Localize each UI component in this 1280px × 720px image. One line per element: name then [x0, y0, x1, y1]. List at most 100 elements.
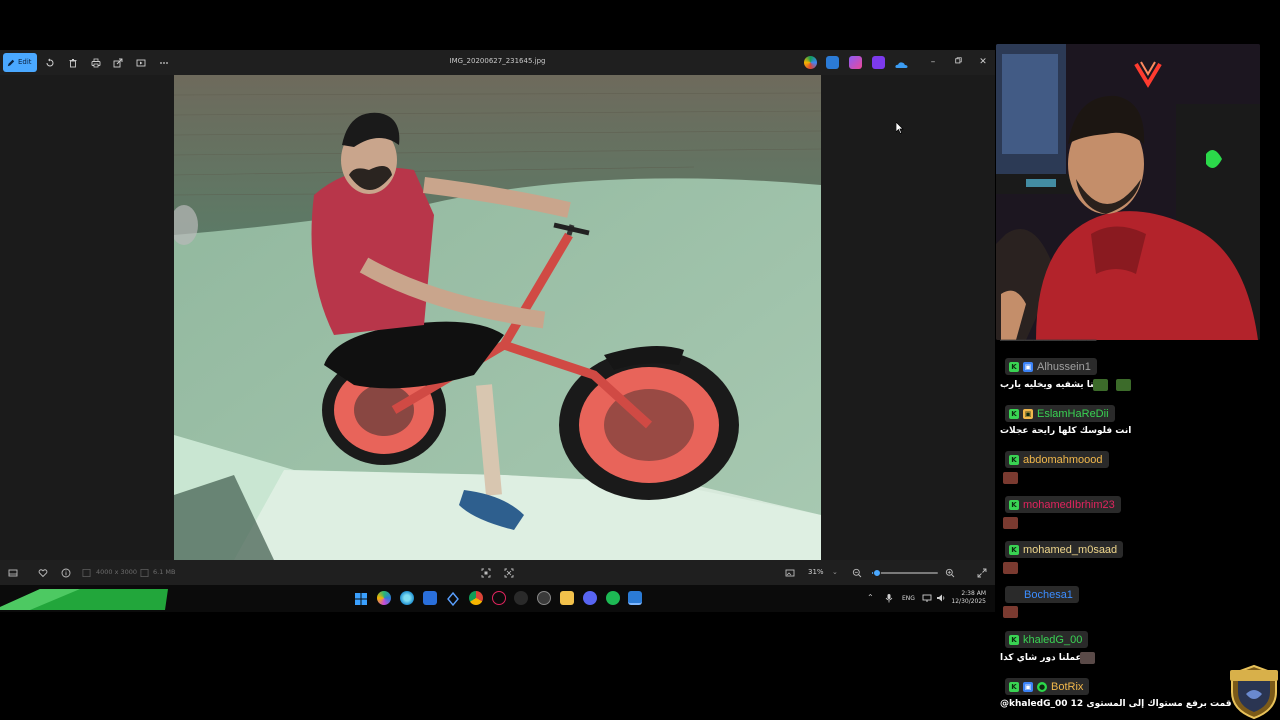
edge-taskbar-icon[interactable] — [400, 591, 414, 605]
chat-username[interactable]: BotRix — [1051, 681, 1083, 693]
edit-label: Edit — [18, 58, 32, 66]
kick-badge-icon: K — [1009, 454, 1019, 465]
wordpress-taskbar-icon[interactable] — [537, 591, 551, 605]
chrome-taskbar-icon[interactable] — [469, 591, 483, 605]
kick-badge-icon: K — [1009, 499, 1019, 510]
microphone-icon[interactable] — [884, 593, 894, 603]
screen: Edit IMG_20200627_231645.jpg – ✕ 4000 x … — [0, 0, 1280, 720]
fit-icon — [481, 568, 491, 577]
slideshow-button[interactable] — [133, 55, 148, 70]
chat-username-pill[interactable]: K mohamed_m0saad — [1005, 541, 1124, 558]
crop-select-button[interactable] — [502, 566, 516, 579]
chat-username[interactable]: mohamed_m0saad — [1023, 544, 1117, 556]
zoom-slider[interactable] — [872, 569, 938, 577]
trash-icon — [69, 58, 76, 67]
vpn-taskbar-icon[interactable] — [446, 591, 460, 607]
bot-badge-icon: ▣ — [1023, 681, 1033, 692]
monitor-icon[interactable] — [922, 593, 932, 603]
crop-icon — [504, 568, 514, 577]
chat-message-text: اعملنا دور شاي كدا — [1000, 653, 1085, 663]
chat-username-pill[interactable]: K khaledG_00 — [1005, 631, 1089, 648]
photos-taskbar-icon[interactable] — [628, 591, 642, 605]
zoom-level-select[interactable]: 31% ⌄ — [800, 565, 846, 580]
chat-emote-image — [1003, 606, 1018, 618]
copilot-icon[interactable] — [804, 56, 817, 69]
chat-username[interactable]: Alhussein1 — [1037, 361, 1091, 373]
chat-username-pill[interactable]: K ▣ EslamHaReDii — [1005, 405, 1115, 422]
chat-username-pill[interactable]: K mohamedIbrhim23 — [1005, 496, 1121, 513]
info-button[interactable] — [59, 566, 73, 579]
rotate-icon — [46, 58, 53, 66]
subscriber-badge-icon: ▣ — [1023, 361, 1033, 372]
zoom-slider-thumb[interactable] — [873, 569, 882, 577]
photo-man-on-bicycle[interactable] — [174, 75, 821, 560]
image-dimensions: 4000 x 3000 — [96, 568, 138, 576]
app-taskbar-icon-gray[interactable] — [514, 591, 528, 605]
expand-icon — [977, 568, 987, 577]
file-size: 6.1 MB — [153, 568, 176, 576]
app-taskbar-icon-red[interactable] — [492, 591, 506, 605]
kick-badge-icon: K — [1009, 634, 1019, 645]
kick-badge-icon: K — [1009, 681, 1019, 692]
chat-emote-image — [1080, 652, 1095, 664]
maximize-button[interactable] — [950, 55, 966, 70]
chat-username[interactable]: Bochesa1 — [1009, 589, 1073, 601]
zoom-in-button[interactable] — [943, 566, 957, 579]
print-button[interactable] — [88, 55, 103, 70]
clock-date[interactable]: 12/30/2025 — [950, 598, 986, 605]
zoom-in-icon — [945, 568, 955, 577]
photo-editor-icon[interactable] — [826, 56, 839, 69]
chat-emote-image — [1116, 379, 1131, 391]
designer-icon[interactable] — [849, 56, 862, 69]
actual-size-button[interactable] — [783, 566, 797, 579]
image-icon — [785, 569, 795, 576]
chat-username-pill[interactable]: Bochesa1 — [1005, 586, 1079, 603]
clipchamp-icon[interactable] — [872, 56, 885, 69]
spotify-taskbar-icon[interactable] — [606, 591, 620, 605]
language-indicator[interactable]: ENG — [902, 595, 915, 602]
chat-username-pill[interactable]: K ▣ ● BotRix — [1005, 678, 1090, 695]
kick-badge-icon: K — [1009, 408, 1019, 419]
subscriber-badge-icon: ▣ — [1023, 408, 1033, 419]
fullscreen-button[interactable] — [975, 566, 989, 579]
rotate-button[interactable] — [42, 55, 57, 70]
volume-icon[interactable] — [936, 593, 946, 603]
minimize-button[interactable]: – — [925, 55, 941, 70]
more-options-button[interactable] — [156, 55, 171, 70]
filmstrip-button[interactable] — [6, 566, 20, 579]
close-button[interactable]: ✕ — [975, 55, 991, 70]
onedrive-icon[interactable] — [895, 56, 908, 69]
viewer-statusbar: 4000 x 3000 6.1 MB 31% ⌄ — [0, 560, 995, 585]
copilot-taskbar-icon[interactable] — [377, 591, 391, 605]
photos-viewer-window: Edit IMG_20200627_231645.jpg – ✕ 4000 x … — [0, 50, 995, 585]
overlay-green-shape — [0, 589, 168, 610]
file-explorer-taskbar-icon[interactable] — [560, 591, 574, 605]
verified-badge-icon: ● — [1037, 681, 1047, 692]
edit-button[interactable]: Edit — [3, 53, 37, 72]
tray-overflow-chevron-icon[interactable]: ⌃ — [867, 593, 874, 602]
more-icon — [159, 61, 168, 64]
chat-username[interactable]: EslamHaReDii — [1037, 408, 1109, 420]
mail-taskbar-icon[interactable] — [423, 591, 437, 605]
edit-icon — [7, 59, 15, 66]
delete-button[interactable] — [65, 55, 80, 70]
windows-logo-icon — [355, 593, 367, 605]
kick-badge-icon: K — [1009, 544, 1019, 555]
streamer-webcam — [996, 44, 1260, 340]
chat-username[interactable]: khaledG_00 — [1023, 634, 1082, 646]
start-button[interactable] — [354, 591, 368, 605]
chat-username-pill[interactable]: K abdomahmoood — [1005, 451, 1109, 468]
fit-to-window-button[interactable] — [479, 566, 493, 579]
viewer-titlebar: Edit IMG_20200627_231645.jpg – ✕ — [0, 50, 995, 75]
chat-username[interactable]: mohamedIbrhim23 — [1023, 499, 1115, 511]
zoom-out-button[interactable] — [850, 566, 864, 579]
chat-emote-image — [1003, 472, 1018, 484]
photo-image — [174, 75, 821, 560]
chat-username-pill[interactable]: K ▣ Alhussein1 — [1005, 358, 1097, 375]
discord-taskbar-icon[interactable] — [583, 591, 597, 605]
clock-time[interactable]: 2:38 AM — [953, 590, 986, 597]
filmstrip-icon — [8, 569, 18, 576]
favorite-button[interactable] — [36, 566, 50, 579]
chat-username[interactable]: abdomahmoood — [1023, 454, 1103, 466]
share-button[interactable] — [110, 55, 125, 70]
